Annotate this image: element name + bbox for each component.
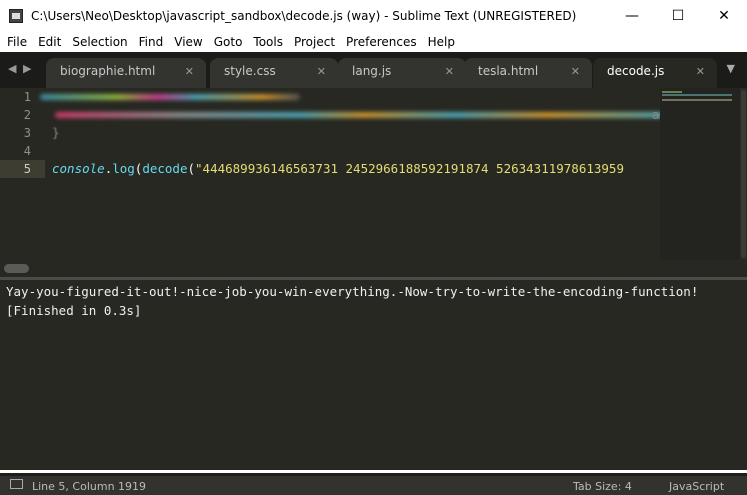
line-number: 1 <box>23 90 31 104</box>
tab-tesla[interactable]: tesla.html ✕ <box>464 58 592 88</box>
minimap[interactable] <box>660 88 740 260</box>
title-bar: C:\Users\Neo\Desktop\javascript_sandbox\… <box>0 0 747 31</box>
menu-help[interactable]: Help <box>421 35 459 49</box>
tab-next-icon[interactable]: ▶ <box>23 62 31 75</box>
minimize-button[interactable]: — <box>609 0 655 31</box>
cursor-position: Line 5, Column 1919 <box>32 480 147 493</box>
token-paren: ( <box>187 161 196 176</box>
tab-list-dropdown-icon[interactable]: ▼ <box>727 62 735 75</box>
menu-goto[interactable]: Goto <box>207 35 247 49</box>
tab-style[interactable]: style.css ✕ <box>210 58 338 88</box>
sublime-app-icon <box>9 8 23 23</box>
blurred-code-line-1 <box>40 94 300 100</box>
menu-selection[interactable]: Selection <box>65 35 131 49</box>
menu-find[interactable]: Find <box>132 35 168 49</box>
menu-tools[interactable]: Tools <box>246 35 287 49</box>
tab-bar: ◀ ▶ biographie.html ✕ style.css ✕ lang.js ✕… <box>0 52 747 88</box>
window-title: C:\Users\Neo\Desktop\javascript_sandbox\… <box>31 8 577 23</box>
code-editor[interactable]: 1 2 3 4 5 a } console.log(decode("444689… <box>0 88 747 260</box>
token-function: decode <box>142 161 188 176</box>
code-fragment: a <box>652 107 660 122</box>
tab-label: tesla.html <box>478 64 539 78</box>
close-button[interactable]: ✕ <box>701 0 747 31</box>
close-tab-icon[interactable]: ✕ <box>696 65 705 78</box>
tab-lang[interactable]: lang.js ✕ <box>338 58 466 88</box>
maximize-button[interactable]: ☐ <box>655 0 701 31</box>
menu-project[interactable]: Project <box>287 35 339 49</box>
code-line-3: } <box>52 125 60 140</box>
menu-preferences[interactable]: Preferences <box>339 35 421 49</box>
tab-biographie[interactable]: biographie.html ✕ <box>46 58 206 88</box>
blurred-code-line-2 <box>55 112 670 118</box>
menu-file[interactable]: File <box>0 35 31 49</box>
horizontal-scrollbar[interactable] <box>0 260 747 277</box>
tab-decode[interactable]: decode.js ✕ <box>593 58 717 88</box>
close-tab-icon[interactable]: ✕ <box>571 65 580 78</box>
status-bar: Line 5, Column 1919 Tab Size: 4 JavaScri… <box>0 473 747 495</box>
close-tab-icon[interactable]: ✕ <box>445 65 454 78</box>
line-gutter: 1 2 3 4 5 <box>0 88 45 178</box>
line-number: 4 <box>23 144 31 158</box>
tab-label: style.css <box>224 64 276 78</box>
vertical-scrollbar-thumb[interactable] <box>741 90 746 258</box>
syntax-selector[interactable]: JavaScript <box>669 480 724 493</box>
menu-edit[interactable]: Edit <box>31 35 65 49</box>
menu-view[interactable]: View <box>167 35 206 49</box>
token-method: log <box>112 161 135 176</box>
line-number: 3 <box>23 126 31 140</box>
tab-label: biographie.html <box>60 64 156 78</box>
close-tab-icon[interactable]: ✕ <box>317 65 326 78</box>
tab-size-selector[interactable]: Tab Size: 4 <box>573 480 632 493</box>
close-tab-icon[interactable]: ✕ <box>185 65 194 78</box>
output-line: [Finished in 0.3s] <box>6 303 142 318</box>
token-string: "444689936146563731 2452966188592191874 … <box>195 161 624 176</box>
panel-toggle-icon[interactable] <box>10 479 23 489</box>
menu-bar: File Edit Selection Find View Goto Tools… <box>0 31 747 52</box>
output-line: Yay-you-figured-it-out!-nice-job-you-win… <box>6 284 699 299</box>
tab-label: decode.js <box>607 64 665 78</box>
tab-label: lang.js <box>352 64 392 78</box>
line-number-current: 5 <box>0 160 45 178</box>
token-object: console <box>52 161 105 176</box>
horizontal-scrollbar-thumb[interactable] <box>4 264 29 273</box>
tab-prev-icon[interactable]: ◀ <box>8 62 16 75</box>
line-number: 2 <box>23 108 31 122</box>
code-line-5: console.log(decode("444689936146563731 2… <box>52 160 624 178</box>
build-output-panel: Yay-you-figured-it-out!-nice-job-you-win… <box>0 280 747 470</box>
